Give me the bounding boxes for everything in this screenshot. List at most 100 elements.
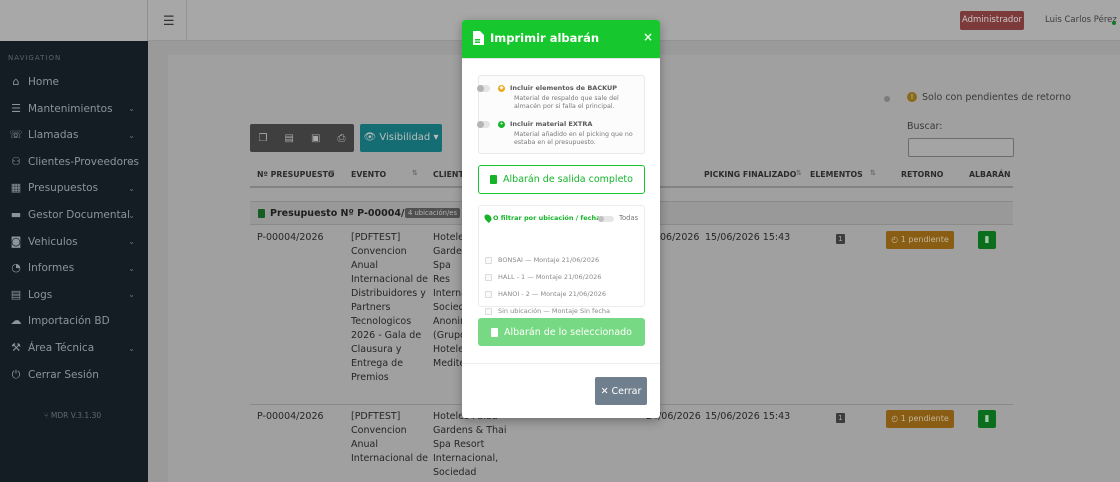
sidebar-item-label: Importación BD [28, 315, 110, 328]
copy-icon[interactable]: ❐ [259, 133, 268, 144]
retorno-filter-label: Solo con pendientes de retorno [922, 92, 1071, 103]
search-input[interactable] [908, 138, 1014, 157]
sidebar-item-área-técnica[interactable]: ⚒ Área Técnica ⌄ [0, 335, 148, 361]
users-icon: ⚇ [11, 154, 21, 168]
filter-title: O filtrar por ubicación / fecha [493, 214, 601, 222]
close-icon: ✕ [600, 385, 609, 397]
location-option[interactable]: HANOI - 2 — Montaje 21/06/2026 [485, 288, 635, 300]
column-header-evento[interactable]: EVENTO [351, 170, 386, 179]
sidebar-item-informes[interactable]: ◔ Informes ⌄ [0, 255, 148, 281]
sort-icon: ⇅ [796, 169, 802, 177]
shield-icon: ◆ [498, 85, 505, 92]
retorno-pending-badge[interactable]: ◴ 1 pendiente [886, 231, 954, 249]
wrench-icon: ⚒ [11, 341, 21, 354]
full-albaran-button[interactable]: Albarán de salida completo [478, 165, 645, 194]
column-header-presupuesto[interactable]: Nº PRESUPUESTO [257, 170, 335, 179]
location-option[interactable]: HALL - 1 — Montaje 21/06/2026 [485, 271, 635, 283]
toggle-knob [477, 85, 484, 92]
location-checkbox[interactable] [485, 290, 492, 298]
warning-icon: ! [907, 92, 917, 102]
backup-option-description: Material de respaldo que sale del almacé… [514, 95, 619, 111]
file-invoice-icon [473, 31, 484, 45]
search-label: Buscar: [907, 121, 943, 132]
selected-albaran-button[interactable]: Albarán de lo seleccionado [478, 318, 645, 346]
sidebar-item-label: Logs [28, 288, 53, 301]
chevron-down-icon: ⌄ [128, 130, 135, 140]
chevron-down-icon: ⌄ [128, 210, 135, 220]
sort-icon: ⇅ [412, 169, 418, 177]
close-button[interactable]: ✕ Cerrar [595, 377, 647, 405]
print-icon[interactable]: ⎙ [337, 133, 345, 144]
file-icon [491, 327, 498, 337]
location-label: HALL - 1 — Montaje 21/06/2026 [498, 273, 602, 281]
sidebar-item-label: Cerrar Sesión [28, 368, 99, 381]
retorno-pending-badge[interactable]: ◴ 1 pendiente [886, 410, 954, 428]
sidebar-item-importación-bd[interactable]: ☁ Importación BD [0, 308, 148, 334]
sidebar-item-label: Informes [28, 262, 75, 275]
user-name[interactable]: Luis Carlos Pérez [1045, 15, 1117, 25]
select-all-toggle[interactable] [598, 216, 614, 222]
chevron-down-icon: ⌄ [128, 104, 135, 114]
sidebar-item-label: Área Técnica [28, 342, 95, 354]
hamburger-menu-icon[interactable]: ☰ [163, 14, 175, 29]
backup-option-title: Incluir elementos de BACKUP [510, 84, 618, 92]
column-header-elementos[interactable]: ELEMENTOS [810, 170, 863, 179]
map-marker-icon [483, 213, 493, 223]
plus-circle-icon: + [498, 121, 505, 128]
cell-evento: [PDFTEST] Convencion Anual Internacional… [351, 232, 429, 383]
sidebar-item-logs[interactable]: ▤ Logs ⌄ [0, 282, 148, 308]
sidebar-item-clientes-proveedores[interactable]: ⚇ Clientes-Proveedores ⌄ [0, 149, 148, 175]
file-icon [258, 209, 265, 218]
visibility-button[interactable]: 👁 Visibilidad ▾ [360, 124, 442, 152]
location-checkbox[interactable] [485, 256, 492, 264]
chevron-down-icon: ⌄ [128, 157, 135, 167]
column-header-picking[interactable]: PICKING FINALIZADO [704, 170, 796, 179]
extra-option-title: Incluir material EXTRA [510, 120, 593, 128]
retorno-radio[interactable] [884, 96, 890, 102]
file-csv-icon[interactable]: ▤ [285, 133, 294, 144]
file-icon [490, 175, 498, 184]
column-header-retorno[interactable]: RETORNO [901, 170, 943, 179]
sidebar-item-llamadas[interactable]: ☏ Llamadas ⌄ [0, 122, 148, 148]
modal-close-icon[interactable]: × [643, 30, 653, 44]
location-checkbox[interactable] [485, 273, 492, 281]
sidebar-item-mantenimientos[interactable]: ☰ Mantenimientos ⌄ [0, 96, 148, 122]
options-panel: ◆ Incluir elementos de BACKUP Material d… [477, 75, 645, 154]
toggle-knob [477, 121, 484, 128]
sidebar-item-vehiculos[interactable]: ◙ Vehiculos ⌄ [0, 229, 148, 255]
elementos-badge: 1 [836, 234, 845, 244]
list-icon: ▤ [10, 287, 22, 301]
modal-header-divider [462, 58, 660, 59]
retorno-pending-label: 1 pendiente [900, 414, 949, 423]
sidebar-item-home[interactable]: ⌂ Home [0, 69, 148, 95]
car-icon: ◙ [10, 234, 22, 248]
chart-icon: ◔ [11, 261, 21, 275]
modal-title: Imprimir albarán [490, 31, 600, 45]
location-option[interactable]: Sin ubicación — Montaje Sin fecha [485, 305, 635, 317]
chevron-down-icon: ⌄ [128, 263, 135, 273]
extra-toggle[interactable] [477, 121, 490, 128]
file-pdf-icon[interactable]: ▣ [311, 133, 320, 144]
close-button-label: Cerrar [611, 385, 642, 397]
chevron-down-icon: ⌄ [128, 237, 135, 247]
chevron-down-icon: ⌄ [128, 343, 135, 353]
chevron-down-icon: ⌄ [128, 290, 135, 300]
app-version: ⑂ MDR V.3.1.30 [44, 411, 102, 420]
sidebar-item-cerrar-sesión[interactable]: ⏻ Cerrar Sesión [0, 362, 148, 388]
sidebar-item-presupuestos[interactable]: ▦ Presupuestos ⌄ [0, 175, 148, 201]
elementos-badge: 1 [836, 413, 845, 423]
sort-icon: ⇅ [870, 169, 876, 177]
location-checkbox[interactable] [485, 307, 492, 315]
cell-cliente: Hoteles Gardens Spa Res Internac Socieda… [433, 232, 462, 369]
app-version-label: MDR V.3.1.30 [50, 411, 102, 420]
column-header-albaran[interactable]: ALBARÁN [969, 170, 1011, 179]
modal-header: Imprimir albarán × [462, 20, 660, 58]
albaran-print-button[interactable]: ▮ [978, 410, 996, 428]
cloud-upload-icon: ☁ [10, 314, 22, 328]
location-option[interactable]: BONSAI — Montaje 21/06/2026 [485, 254, 635, 266]
sidebar-item-gestor-documental[interactable]: ▬ Gestor Documental ⌄ [0, 202, 148, 228]
phone-icon: ☏ [9, 128, 23, 142]
backup-toggle[interactable] [477, 85, 490, 92]
albaran-print-button[interactable]: ▮ [978, 231, 996, 249]
location-label: BONSAI — Montaje 21/06/2026 [498, 256, 600, 264]
